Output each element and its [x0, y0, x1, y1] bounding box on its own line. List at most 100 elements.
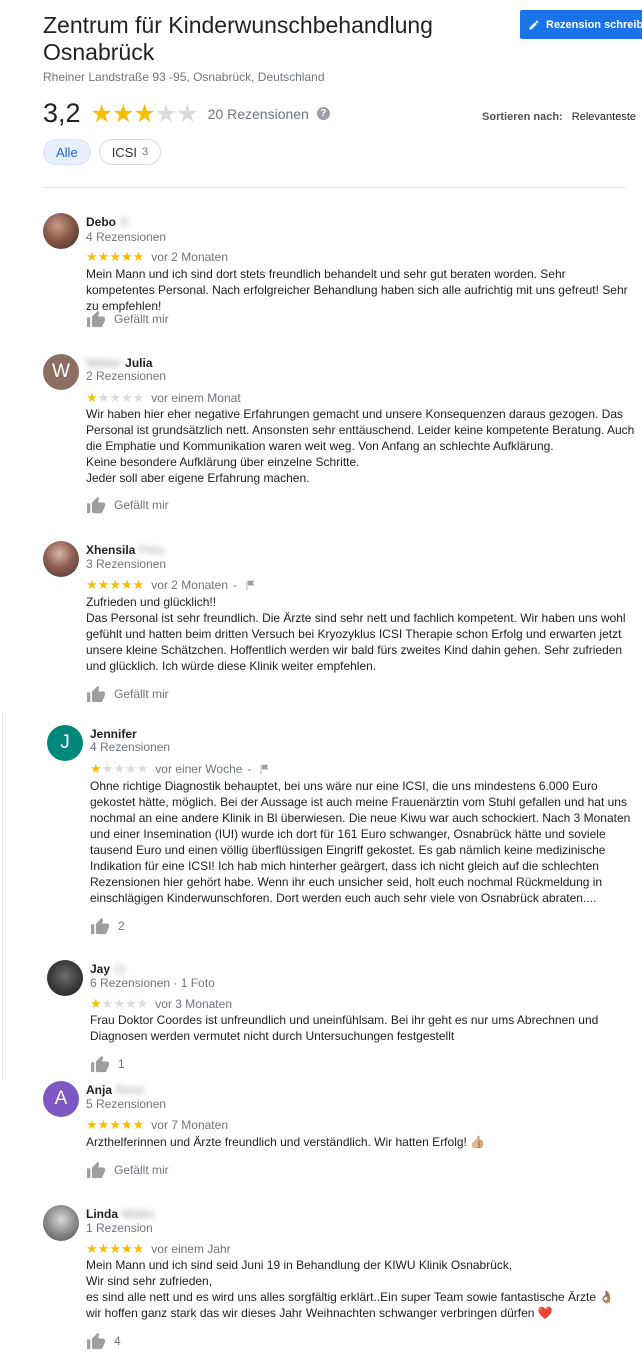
filter-chip-label: Alle — [56, 144, 78, 160]
review-text: Arzthelferinnen und Ärzte freundlich und… — [86, 1134, 631, 1150]
review-stars: ★★★★★ — [86, 577, 144, 593]
reviewer-name-text: Jay — [90, 962, 111, 976]
review-rating-line: ★★★★★ vor 2 Monaten - — [86, 577, 256, 593]
star-icon: ★ — [109, 1117, 121, 1132]
review-stars: ★★★★★ — [90, 761, 148, 777]
star-icon: ★ — [90, 996, 102, 1011]
like-count: 2 — [118, 919, 125, 933]
like-button[interactable]: Gefällt mir — [86, 310, 169, 328]
reviewer-name[interactable]: Debo S — [86, 215, 128, 229]
place-title: Zentrum für Kinderwunschbehandlung Osnab… — [43, 12, 433, 65]
star-icon: ★ — [101, 996, 114, 1011]
star-icon: ★ — [86, 577, 98, 592]
sort-value[interactable]: Relevanteste — [572, 111, 636, 123]
separator-dash: - — [233, 578, 237, 592]
write-review-button[interactable]: Rezension schreiben — [520, 10, 642, 39]
star-icon: ★ — [109, 390, 121, 405]
reviewer-name[interactable]: Jay Ci — [90, 962, 125, 976]
star-icon: ★ — [86, 249, 98, 264]
review-text-body: Arzthelferinnen und Ärzte freundlich und… — [86, 1135, 467, 1149]
like-button[interactable]: 1 — [90, 1055, 125, 1073]
filter-chip-label: ICSI — [111, 144, 137, 160]
review-text: Ohne richtige Diagnostik behauptet, bei … — [90, 779, 631, 905]
thumbs-up-icon — [91, 917, 109, 935]
sort-control[interactable]: Sortieren nach: Relevanteste — [482, 111, 636, 123]
like-button[interactable]: Gefällt mir — [86, 1161, 169, 1179]
star-icon: ★ — [124, 761, 137, 776]
help-icon[interactable]: ? — [316, 107, 330, 120]
like-button[interactable]: Gefällt mir — [86, 685, 169, 703]
review-time: vor 2 Monaten — [151, 578, 228, 592]
avatar[interactable] — [43, 213, 79, 249]
star-icon: ★ — [136, 761, 149, 776]
review-stars: ★★★★★ — [86, 1241, 144, 1257]
review-text: Wir haben hier eher negative Erfahrungen… — [86, 407, 635, 485]
review-time: vor einer Woche — [155, 762, 243, 776]
star-icon: ★ — [176, 99, 198, 128]
like-count: 1 — [118, 1057, 125, 1071]
reviewer-name[interactable]: Linda Müller — [86, 1207, 155, 1221]
star-icon: ★ — [132, 1117, 145, 1132]
flag-icon[interactable] — [259, 764, 270, 775]
like-label: Gefällt mir — [114, 1163, 169, 1177]
filter-chip-icsi[interactable]: ICSI 3 — [98, 139, 162, 165]
like-button[interactable]: 4 — [86, 1332, 121, 1350]
reviewer-meta: 1 Rezension — [86, 1221, 153, 1235]
star-icon: ★ — [154, 99, 177, 128]
reviewer-name-blurred: Peru — [139, 543, 165, 557]
star-icon: ★ — [97, 249, 110, 264]
star-icon: ★ — [120, 1241, 133, 1256]
review-stars: ★★★★★ — [90, 996, 148, 1012]
star-icon: ★ — [113, 761, 125, 776]
star-icon: ★ — [124, 996, 137, 1011]
reviewer-name[interactable]: Jennifer — [90, 727, 137, 741]
star-icon: ★ — [136, 996, 149, 1011]
reviewer-meta: 3 Rezensionen — [86, 557, 167, 571]
review-time: vor 3 Monaten — [155, 997, 232, 1011]
like-button[interactable]: 2 — [90, 917, 125, 935]
star-icon: ★ — [90, 99, 113, 128]
review-time: vor einem Jahr — [151, 1242, 231, 1256]
star-icon: ★ — [132, 390, 145, 405]
filter-chip-all[interactable]: Alle — [43, 139, 91, 165]
review-text: Mein Mann und ich sind seid Juni 19 in B… — [86, 1258, 615, 1320]
review-rating-line: ★★★★★ vor 7 Monaten — [86, 1117, 228, 1133]
like-button[interactable]: Gefällt mir — [86, 496, 169, 514]
avatar[interactable] — [43, 541, 79, 577]
avatar[interactable]: J — [47, 725, 83, 761]
reviewer-name-text: Debo — [86, 215, 116, 229]
like-count: 4 — [114, 1334, 121, 1348]
flag-icon[interactable] — [245, 580, 256, 591]
reviewer-meta: 4 Rezensionen — [90, 740, 171, 754]
reviewer-meta: 4 Rezensionen — [86, 230, 167, 244]
star-icon: ★ — [109, 577, 121, 592]
avatar[interactable]: A — [43, 1081, 79, 1117]
review-time: vor 7 Monaten — [151, 1118, 228, 1132]
star-icon: ★ — [132, 577, 145, 592]
review-rating-line: ★★★★★ vor 3 Monaten — [90, 996, 232, 1012]
separator-dash: - — [247, 762, 252, 776]
review-rating-line: ★★★★★ vor 2 Monaten — [86, 249, 228, 265]
star-icon: ★ — [90, 761, 102, 776]
review-rating-line: ★★★★★ vor einem Monat — [86, 390, 241, 406]
avatar[interactable] — [43, 1205, 79, 1241]
reviewer-name[interactable]: Xhensila Peru — [86, 543, 165, 557]
reviewer-name[interactable]: Weber Julia — [86, 356, 153, 370]
avatar[interactable]: W — [43, 354, 79, 390]
thumbs-up-icon — [87, 496, 105, 514]
star-icon: ★ — [97, 1241, 110, 1256]
reviewer-name[interactable]: Anja Renz — [86, 1083, 144, 1097]
thumbs-up-icon — [87, 1161, 105, 1179]
star-icon: ★ — [132, 1241, 145, 1256]
reviewer-meta: 2 Rezensionen — [86, 369, 167, 383]
avatar[interactable] — [47, 960, 83, 996]
review-stars: ★★★★★ — [86, 1117, 144, 1133]
review-count[interactable]: 20 Rezensionen — [208, 106, 309, 122]
like-label: Gefällt mir — [114, 498, 169, 512]
reviewer-name-blurred: Renz — [116, 1083, 145, 1097]
star-icon: ★ — [101, 761, 114, 776]
star-icon: ★ — [109, 249, 121, 264]
star-icon: ★ — [111, 99, 134, 128]
star-icon: ★ — [133, 99, 155, 128]
reviewer-name-blurred: Ci — [114, 962, 126, 976]
